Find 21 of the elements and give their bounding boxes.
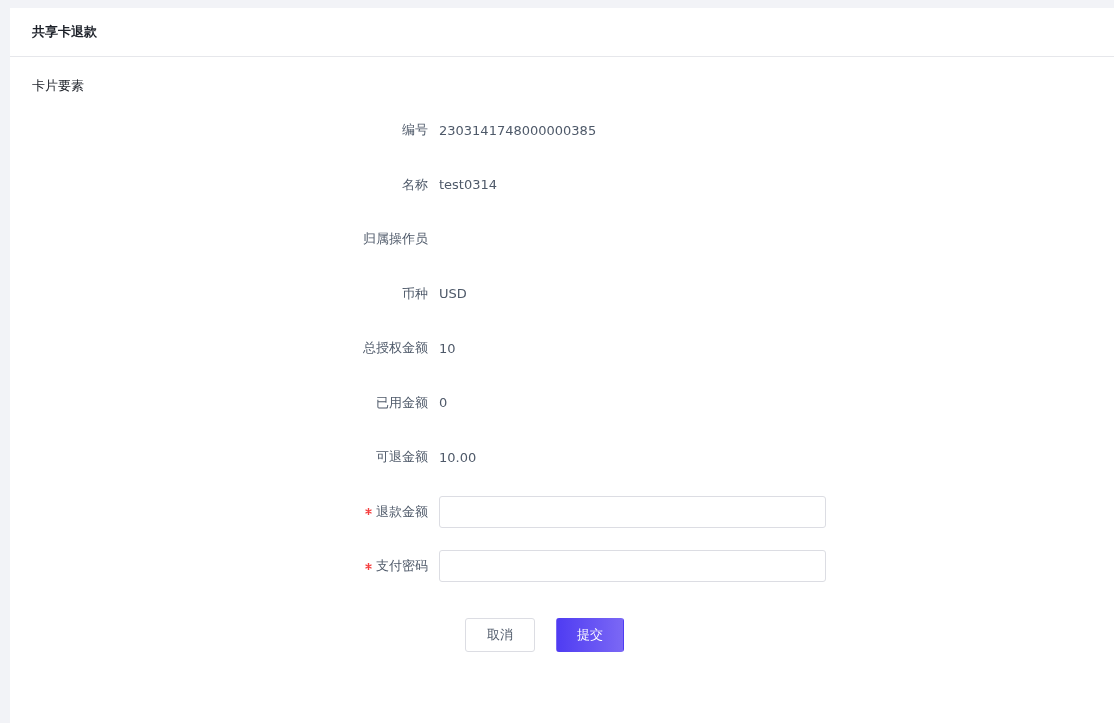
cancel-button[interactable]: 取消 (465, 617, 535, 652)
field-label: 总授权金额 (363, 339, 428, 358)
input-field[interactable] (439, 495, 826, 528)
field-label: 已用金额 (376, 393, 428, 412)
field-value: USD (439, 286, 467, 302)
field-value: 0 (439, 395, 448, 411)
field-label: 归属操作员 (363, 230, 428, 249)
field-label: 编号 (402, 121, 428, 140)
field-value: 2303141748000000385 (439, 122, 597, 138)
field-label: 退款金额 (376, 502, 428, 521)
field-label: 名称 (402, 175, 428, 194)
page-title: 共享卡退款 (32, 23, 97, 41)
section-title: 卡片要素 (32, 77, 84, 95)
submit-button[interactable]: 提交 (556, 617, 624, 652)
field-value: 10 (439, 340, 456, 356)
field-label: 币种 (402, 284, 428, 303)
field-label: 可退金额 (376, 448, 428, 467)
field-value: 10.00 (439, 449, 477, 465)
field-value: test0314 (439, 177, 498, 193)
field-label: 支付密码 (376, 557, 428, 576)
input-field[interactable] (439, 550, 826, 583)
